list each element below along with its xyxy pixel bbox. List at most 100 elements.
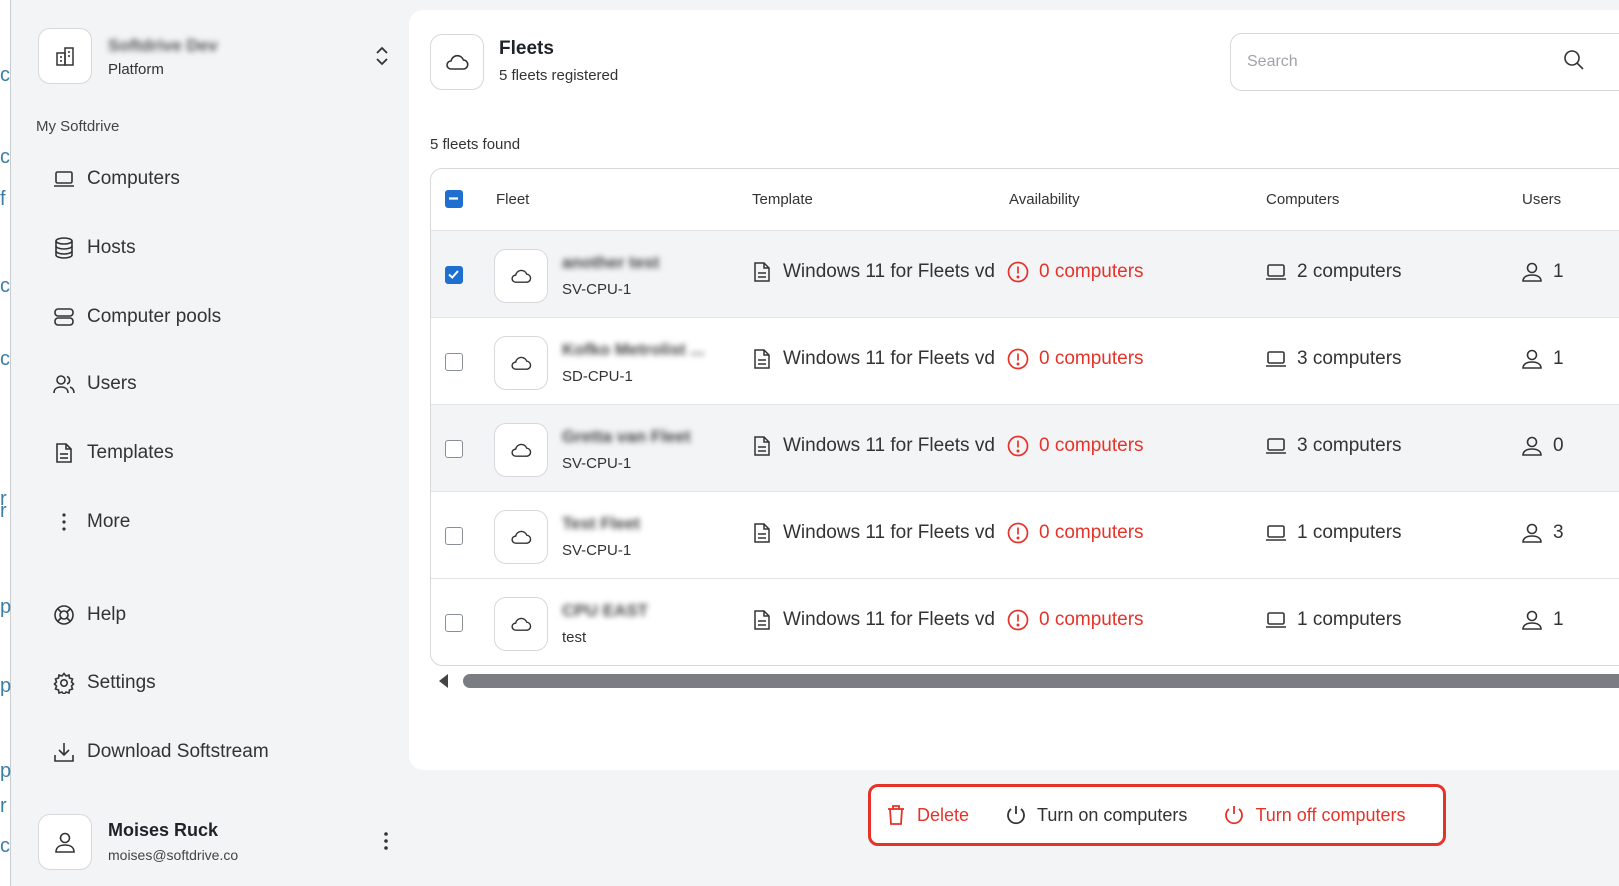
table-row[interactable]: another test SV-CPU-1 Windows 11 for Fle… [431, 231, 1619, 318]
laptop-icon [1265, 348, 1287, 370]
select-all-checkbox[interactable] [445, 190, 463, 208]
sidebar-item-templates[interactable]: Templates [52, 438, 174, 468]
user-profile[interactable]: Moises Ruck moises@softdrive.co [38, 814, 398, 874]
laptop-icon [1265, 609, 1287, 631]
file-icon [751, 435, 773, 457]
fleet-name[interactable]: Gretta van Fleet [562, 427, 691, 447]
template-name: Windows 11 for Fleets vdi [783, 609, 996, 630]
user-icon [1521, 435, 1543, 457]
computers-value: 1 computers [1297, 609, 1402, 630]
sidebar-item-label: Computer pools [87, 306, 222, 327]
users-value: 3 [1553, 522, 1564, 543]
download-icon [52, 740, 76, 764]
sidebar-item-download-softstream[interactable]: Download Softstream [52, 737, 269, 767]
lifebuoy-icon [52, 603, 76, 627]
fleet-name[interactable]: Kofko Metrolist ... [562, 340, 705, 360]
horizontal-scrollbar[interactable] [430, 670, 1619, 692]
edge-glyph: f [0, 188, 6, 210]
table-row[interactable]: Gretta van Fleet SV-CPU-1 Windows 11 for… [431, 405, 1619, 492]
template-cell: Windows 11 for Fleets vdi [751, 348, 996, 370]
edge-glyph: c [0, 146, 10, 168]
user-icon [1521, 348, 1543, 370]
availability-cell: 0 computers [1007, 348, 1144, 370]
edge-glyph: p [0, 760, 12, 782]
edge-glyph: p [0, 596, 12, 618]
more-vertical-icon[interactable] [374, 826, 398, 856]
org-name: Softdrive Dev [108, 35, 218, 55]
edge-glyph: p [0, 675, 12, 697]
power-icon [1005, 804, 1027, 826]
user-icon [1521, 609, 1543, 631]
file-icon [751, 261, 773, 283]
user-name: Moises Ruck [108, 820, 219, 840]
user-icon [1521, 522, 1543, 544]
edge-glyph: c [0, 835, 10, 857]
availability-cell: 0 computers [1007, 261, 1144, 283]
column-header-users[interactable]: Users [1522, 191, 1561, 208]
table-row[interactable]: CPU EAST test Windows 11 for Fleets vdi … [431, 579, 1619, 665]
search-input[interactable] [1247, 53, 1563, 71]
template-cell: Windows 11 for Fleets vdi [751, 261, 996, 283]
column-header-computers[interactable]: Computers [1266, 191, 1339, 208]
turn-on-computers-button[interactable]: Turn on computers [1005, 804, 1187, 826]
sidebar-section-label: My Softdrive [36, 118, 120, 135]
availability-value: 0 computers [1039, 522, 1144, 543]
building-icon [38, 28, 92, 84]
file-icon [52, 441, 76, 465]
turn-off-computers-button[interactable]: Turn off computers [1223, 804, 1406, 826]
table-row[interactable]: Kofko Metrolist ... SD-CPU-1 Windows 11 … [431, 318, 1619, 405]
search-icon[interactable] [1563, 49, 1589, 76]
column-header-template[interactable]: Template [752, 191, 813, 208]
sidebar-item-help[interactable]: Help [52, 600, 126, 630]
search-box[interactable] [1230, 33, 1619, 91]
user-email: moises@softdrive.co [108, 847, 239, 863]
row-checkbox[interactable] [445, 527, 463, 545]
results-count: 5 fleets found [430, 136, 521, 153]
file-icon [751, 609, 773, 631]
edge-glyph: c [0, 64, 10, 86]
fleet-name[interactable]: Test Fleet [562, 514, 640, 534]
availability-cell: 0 computers [1007, 435, 1144, 457]
template-name: Windows 11 for Fleets vdi [783, 435, 996, 456]
sidebar-item-settings[interactable]: Settings [52, 668, 156, 698]
cloud-icon [494, 510, 548, 564]
laptop-icon [1265, 261, 1287, 283]
row-checkbox[interactable] [445, 353, 463, 371]
delete-button[interactable]: Delete [885, 804, 969, 826]
sidebar-item-computers[interactable]: Computers [52, 164, 180, 194]
more-vertical-icon [52, 510, 76, 534]
fleet-name[interactable]: another test [562, 253, 659, 273]
sidebar-item-computer-pools[interactable]: Computer pools [52, 302, 221, 332]
cloud-icon [494, 423, 548, 477]
sidebar-item-more[interactable]: More [52, 507, 130, 537]
template-name: Windows 11 for Fleets vdi [783, 348, 996, 369]
sidebar-item-hosts[interactable]: Hosts [52, 233, 136, 263]
row-checkbox[interactable] [445, 440, 463, 458]
availability-value: 0 computers [1039, 348, 1144, 369]
template-cell: Windows 11 for Fleets vdi [751, 522, 996, 544]
row-checkbox[interactable] [445, 266, 463, 284]
column-header-availability[interactable]: Availability [1009, 191, 1080, 208]
org-switcher[interactable]: Softdrive Dev Platform [38, 26, 398, 86]
computers-value: 3 computers [1297, 435, 1402, 456]
users-value: 0 [1553, 435, 1564, 456]
alert-circle-icon [1007, 609, 1029, 631]
table-row[interactable]: Test Fleet SV-CPU-1 Windows 11 for Fleet… [431, 492, 1619, 579]
column-header-fleet[interactable]: Fleet [496, 191, 529, 208]
sidebar-item-users[interactable]: Users [52, 369, 137, 399]
fleet-host: SV-CPU-1 [562, 281, 632, 298]
user-avatar-icon [38, 814, 92, 870]
computers-cell: 3 computers [1265, 348, 1402, 370]
row-checkbox[interactable] [445, 614, 463, 632]
chevron-up-down-icon[interactable] [370, 44, 394, 68]
fleet-host: SV-CPU-1 [562, 542, 632, 559]
computers-value: 1 computers [1297, 522, 1402, 543]
fleet-name[interactable]: CPU EAST [562, 601, 648, 621]
laptop-icon [52, 167, 76, 191]
alert-circle-icon [1007, 435, 1029, 457]
template-name: Windows 11 for Fleets vdi [783, 261, 996, 282]
scrollbar-thumb[interactable] [463, 674, 1619, 688]
sidebar-item-label: Users [87, 373, 137, 394]
scroll-left-arrow-icon[interactable] [439, 674, 448, 688]
availability-value: 0 computers [1039, 609, 1144, 630]
